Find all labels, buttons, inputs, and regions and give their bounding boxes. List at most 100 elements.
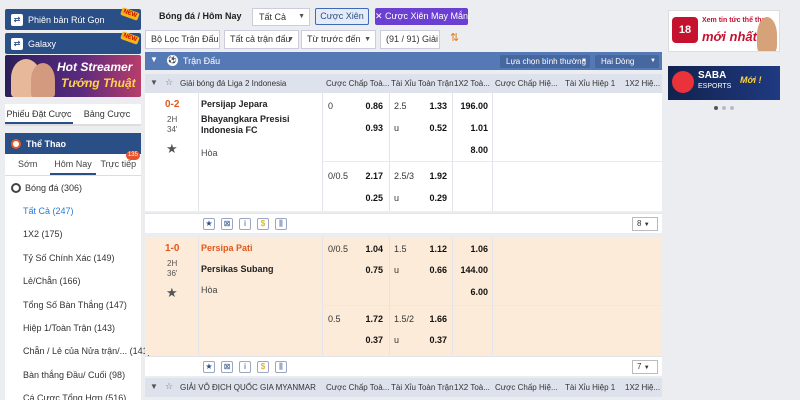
info-icon[interactable]: i	[239, 361, 251, 373]
sort-icon[interactable]: ⇅	[450, 31, 459, 44]
sidebar-item-first-last-goal[interactable]: Bàn thắng Đầu/ Cuối (98)	[5, 364, 141, 387]
coin-icon[interactable]: $	[257, 218, 269, 230]
parlay-button[interactable]: Cược Xiên	[315, 8, 369, 25]
match-score: 1-0	[165, 243, 180, 254]
sidebar-item-half-odd-even[interactable]: Chẵn / Lẻ của Nửa trận/... (141)	[5, 340, 151, 363]
match-half: 2H	[167, 115, 178, 124]
x12-odds-cell[interactable]: 1.06	[454, 240, 492, 258]
stats-board-icon[interactable]: ⊠	[221, 361, 233, 373]
chart-icon[interactable]: ⫼	[275, 218, 287, 230]
ad1-big-text: mới nhất	[702, 29, 757, 44]
ou-odds: 0.37	[429, 335, 447, 345]
sidebar-item-mix-parlay[interactable]: Cá Cược Tổng Hợp (516)	[5, 387, 141, 400]
favorite-star-icon[interactable]: ★	[166, 285, 178, 301]
hcp-line: 0/0.5	[328, 171, 349, 181]
hcp-odds-cell[interactable]: 0 0.86	[325, 97, 387, 115]
tab-bet-slip[interactable]: Phiếu Đặt Cược	[5, 104, 73, 124]
divider	[322, 93, 323, 211]
sidebar-item-football[interactable]: Bóng đá (306)	[5, 176, 141, 200]
ou-odds-cell[interactable]: u 0.66	[391, 261, 451, 279]
carousel-dot[interactable]	[714, 106, 718, 110]
hcp-odds-cell[interactable]: 0.25	[325, 189, 387, 207]
galaxy-button[interactable]: ⇄ Galaxy NEW	[5, 31, 141, 54]
hcp-odds-cell[interactable]: 0.5 1.72	[325, 310, 387, 328]
favorite-icon[interactable]: ★	[203, 218, 215, 230]
x12-odds-cell[interactable]: 144.00	[454, 261, 492, 279]
ou-odds-cell[interactable]: u 0.29	[391, 189, 451, 207]
collapse-icon[interactable]: ▼	[150, 78, 158, 87]
live-count-badge: 135	[125, 151, 140, 160]
x12-odds: 1.06	[470, 244, 488, 254]
x12-odds-cell[interactable]: 6.00	[454, 283, 492, 301]
sidebar-item-correct-score[interactable]: Tỷ Số Chính Xác (149)	[5, 247, 141, 270]
hcp-line: 0.5	[328, 314, 341, 324]
favorite-icon[interactable]: ★	[203, 361, 215, 373]
sports-header: Thể Thao	[5, 133, 141, 154]
tab-early[interactable]: Sớm	[5, 154, 50, 175]
ou-odds-cell[interactable]: u 0.52	[391, 119, 451, 137]
ou-odds-cell[interactable]: 2.5/3 1.92	[391, 167, 451, 185]
football-label: Bóng đá (306)	[25, 183, 83, 193]
ou-odds: 0.52	[429, 123, 447, 133]
coin-icon[interactable]: $	[257, 361, 269, 373]
ou-odds: 0.29	[429, 193, 447, 203]
col-hcp-ft: Cược Chấp Toà...	[326, 79, 390, 88]
news-ad-banner[interactable]: 18 Xem tin tức thể thao mới nhất	[668, 10, 780, 52]
more-markets-select[interactable]: 7 ▼	[632, 360, 658, 374]
all-matches-select[interactable]: Tất cả trận đấu ▼	[224, 30, 299, 49]
odds-type-select[interactable]: Lựa chọn bình thường ▼	[500, 55, 590, 68]
carousel-dot[interactable]	[730, 106, 734, 110]
favorite-star-icon[interactable]: ★	[166, 141, 178, 157]
sidebar-item-odd-even[interactable]: Lẻ/Chẵn (166)	[5, 270, 141, 293]
info-icon[interactable]: i	[239, 218, 251, 230]
carousel-dot[interactable]	[722, 106, 726, 110]
league-header[interactable]: ▼ ☆ Giải bóng đá Liga 2 Indonesia Cược C…	[145, 74, 662, 93]
lines-select[interactable]: Hai Dòng ▼	[595, 55, 659, 68]
hcp-odds-cell[interactable]: 0.93	[325, 119, 387, 137]
lucky-parlay-button[interactable]: ✕ Cược Xiên May Mắn	[375, 8, 468, 25]
match-filter-select[interactable]: Tất Cả ▼	[252, 8, 310, 26]
compact-version-button[interactable]: ⇄ Phiên bản Rút Gọn NEW	[5, 7, 141, 30]
saba-logo-icon	[672, 71, 694, 93]
star-icon[interactable]: ☆	[165, 77, 173, 88]
x12-odds-cell[interactable]: 196.00	[454, 97, 492, 115]
tab-today[interactable]: Hôm Nay	[50, 154, 96, 175]
stats-board-icon[interactable]: ⊠	[221, 218, 233, 230]
hot-streamer-banner[interactable]: Hot Streamer Tướng Thuật	[5, 55, 141, 97]
tab-live[interactable]: Trực tiếp 135	[96, 151, 141, 175]
sort-time-select[interactable]: Từ trước đến nay ▼	[301, 30, 376, 61]
league-filter-button[interactable]: Bộ Lọc Trận Đấu	[145, 30, 220, 49]
sidebar-item-1x2[interactable]: 1X2 (175)	[5, 223, 141, 246]
league-header[interactable]: ▼ ☆ GIẢI VÔ ĐỊCH QUỐC GIA MYANMAR Cược C…	[145, 378, 662, 397]
divider	[322, 305, 662, 306]
x12-odds-cell[interactable]: 1.01	[454, 119, 492, 137]
collapse-all-icon[interactable]: ▼	[150, 55, 158, 64]
sidebar-item-total-goals[interactable]: Tổng Số Bàn Thắng (147)	[5, 294, 141, 317]
x12-odds: 8.00	[470, 145, 488, 155]
divider	[198, 237, 199, 355]
hcp-odds-cell[interactable]: 0/0.5 2.17	[325, 167, 387, 185]
tab-bet-list[interactable]: Bảng Cược	[73, 104, 141, 124]
hcp-odds-cell[interactable]: 0.37	[325, 331, 387, 349]
more-markets-select[interactable]: 8 ▼	[632, 217, 658, 231]
divider	[389, 93, 390, 211]
sidebar-item-ht-ft[interactable]: Hiệp 1/Toàn Trận (143)	[5, 317, 141, 340]
saba-esports-banner[interactable]: SABA ESPORTS Mới !	[668, 66, 780, 100]
league-name: GIẢI VÔ ĐỊCH QUỐC GIA MYANMAR	[180, 383, 316, 392]
col-ou-1h: Tài Xỉu Hiệp 1	[565, 383, 616, 392]
hcp-odds-cell[interactable]: 0/0.5 1.04	[325, 240, 387, 258]
sidebar-item-all[interactable]: Tất Cả (247)	[5, 200, 141, 223]
x12-odds-cell[interactable]: 8.00	[454, 141, 492, 159]
draw-label: Hòa	[201, 148, 218, 158]
ou-odds-cell[interactable]: 2.5 1.33	[391, 97, 451, 115]
ou-odds-cell[interactable]: u 0.37	[391, 331, 451, 349]
chart-icon[interactable]: ⫼	[275, 361, 287, 373]
ou-odds-cell[interactable]: 1.5/2 1.66	[391, 310, 451, 328]
collapse-icon[interactable]: ▼	[150, 382, 158, 391]
hcp-odds-cell[interactable]: 0.75	[325, 261, 387, 279]
saba-label: SABA	[698, 70, 727, 81]
hcp-odds: 2.17	[365, 171, 383, 181]
league-filter-label: Bộ Lọc Trận Đấu	[151, 34, 219, 44]
star-icon[interactable]: ☆	[165, 381, 173, 392]
ou-odds-cell[interactable]: 1.5 1.12	[391, 240, 451, 258]
